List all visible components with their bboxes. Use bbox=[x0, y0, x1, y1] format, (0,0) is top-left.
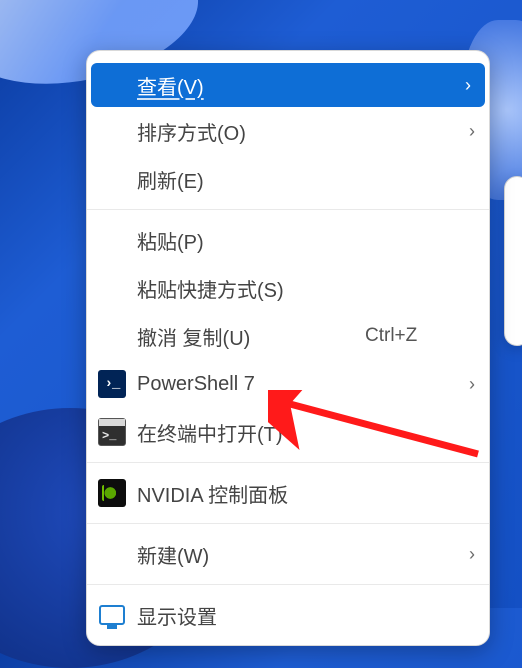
nvidia-icon bbox=[98, 479, 126, 507]
chevron-right-icon: › bbox=[469, 374, 475, 395]
menu-item-paste[interactable]: 粘贴(P) bbox=[87, 216, 489, 264]
menu-item-display-settings[interactable]: 显示设置 bbox=[87, 591, 489, 639]
menu-item-label: 刷新(E) bbox=[137, 165, 204, 194]
menu-item-label: NVIDIA 控制面板 bbox=[137, 479, 288, 508]
terminal-icon bbox=[98, 418, 126, 446]
menu-item-label: PowerShell 7 bbox=[137, 373, 255, 396]
menu-item-label: 显示设置 bbox=[137, 601, 217, 630]
desktop-context-menu: 查看(V) › 排序方式(O) › 刷新(E) 粘贴(P) 粘贴快捷方式(S) … bbox=[86, 50, 490, 646]
menu-separator bbox=[87, 584, 489, 585]
powershell-icon bbox=[98, 370, 126, 398]
secondary-popup-edge bbox=[504, 176, 522, 346]
menu-item-open-in-terminal[interactable]: 在终端中打开(T) bbox=[87, 408, 489, 456]
display-icon bbox=[99, 605, 125, 625]
chevron-right-icon: › bbox=[469, 544, 475, 565]
menu-item-label: 排序方式(O) bbox=[137, 117, 246, 146]
menu-item-label: 粘贴快捷方式(S) bbox=[137, 274, 284, 303]
menu-item-label: 查看(V) bbox=[137, 71, 204, 100]
menu-item-label: 粘贴(P) bbox=[137, 226, 204, 255]
menu-item-label: 在终端中打开(T) bbox=[137, 418, 283, 447]
menu-item-sort[interactable]: 排序方式(O) › bbox=[87, 107, 489, 155]
menu-separator bbox=[87, 462, 489, 463]
menu-item-label: 新建(W) bbox=[137, 540, 209, 569]
menu-item-shortcut: Ctrl+Z bbox=[365, 325, 417, 346]
chevron-right-icon: › bbox=[469, 121, 475, 142]
menu-item-new[interactable]: 新建(W) › bbox=[87, 530, 489, 578]
menu-item-view[interactable]: 查看(V) › bbox=[91, 63, 485, 107]
menu-separator bbox=[87, 523, 489, 524]
chevron-right-icon: › bbox=[465, 75, 471, 96]
menu-item-nvidia[interactable]: NVIDIA 控制面板 bbox=[87, 469, 489, 517]
menu-item-paste-shortcut[interactable]: 粘贴快捷方式(S) bbox=[87, 264, 489, 312]
menu-item-undo-copy[interactable]: 撤消 复制(U) Ctrl+Z bbox=[87, 312, 489, 360]
menu-separator bbox=[87, 209, 489, 210]
menu-item-refresh[interactable]: 刷新(E) bbox=[87, 155, 489, 203]
menu-item-powershell[interactable]: PowerShell 7 › bbox=[87, 360, 489, 408]
menu-item-label: 撤消 复制(U) bbox=[137, 322, 250, 351]
